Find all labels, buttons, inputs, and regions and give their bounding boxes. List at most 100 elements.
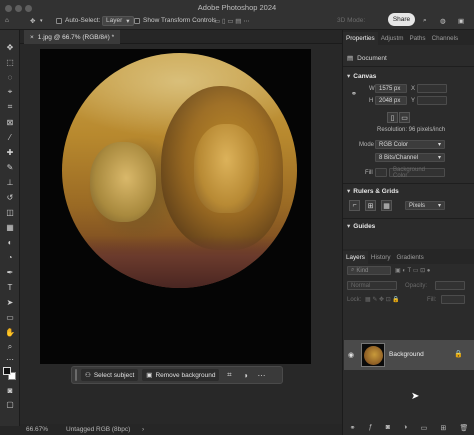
tools-panel: ✥ ⬚ ◌ ⌖ ⌗ ⊠ ⁄ ✚ ✎ ⊥ ↺ ◫ ▦ ◐ ◔ ✒ T ➤ ▭ ✋ … bbox=[0, 30, 20, 426]
quick-mask-icon[interactable]: ◙ bbox=[4, 385, 16, 395]
align-icons[interactable]: ▭ ▯ ▭ ▤ ⋯ bbox=[214, 15, 250, 26]
blend-mode-select[interactable]: Normal bbox=[347, 281, 397, 290]
type-tool-icon[interactable]: T bbox=[4, 282, 16, 292]
zoom-level[interactable]: 66.67% bbox=[26, 426, 48, 433]
tab-channels[interactable]: Channels bbox=[429, 32, 462, 45]
hand-tool-icon[interactable]: ✋ bbox=[4, 327, 16, 337]
lasso-tool-icon[interactable]: ◌ bbox=[4, 72, 16, 82]
tab-layers[interactable]: Layers bbox=[343, 251, 368, 264]
eraser-tool-icon[interactable]: ◫ bbox=[4, 207, 16, 217]
bit-depth-select[interactable]: 8 Bits/Channel ▾ bbox=[375, 153, 445, 162]
title-bar: Adobe Photoshop 2024 ⌂ ✥ ▾ Auto-Select: … bbox=[0, 0, 474, 30]
status-bar: 66.67% Untagged RGB (8bpc) › bbox=[20, 424, 342, 435]
canvas-section-header[interactable]: ▾ Canvas bbox=[347, 72, 376, 81]
lock-icons[interactable]: ▦ ✎ ✥ ⊡ 🔒 bbox=[365, 296, 400, 303]
layer-filter-icons[interactable]: ▣ ◐ T ▭ ⊡ ● bbox=[395, 267, 430, 274]
clone-stamp-tool-icon[interactable]: ⊥ bbox=[4, 177, 16, 187]
gradient-tool-icon[interactable]: ▦ bbox=[4, 222, 16, 232]
auto-select-checkbox[interactable]: Auto-Select: bbox=[56, 15, 100, 26]
eyedropper-tool-icon[interactable]: ⁄ bbox=[4, 132, 16, 142]
zoom-tool-icon[interactable]: ⌕ bbox=[4, 342, 16, 352]
add-mask-icon[interactable]: ◙ bbox=[386, 424, 390, 431]
chevron-right-icon[interactable]: › bbox=[142, 426, 144, 433]
fill-label: Fill bbox=[365, 170, 373, 176]
visibility-eye-icon[interactable]: ◉ bbox=[348, 351, 354, 359]
rectangle-tool-icon[interactable]: ▭ bbox=[4, 312, 16, 322]
foreground-color-swatch[interactable] bbox=[3, 367, 11, 375]
tab-history[interactable]: History bbox=[368, 251, 394, 264]
opacity-field[interactable] bbox=[435, 281, 465, 290]
app-title: Adobe Photoshop 2024 bbox=[197, 3, 277, 12]
lock-icon[interactable]: 🔒 bbox=[454, 350, 463, 358]
healing-brush-tool-icon[interactable]: ✚ bbox=[4, 147, 16, 157]
trash-icon[interactable]: 🗑 bbox=[459, 424, 468, 432]
group-icon[interactable]: ▭ bbox=[421, 424, 428, 432]
history-brush-tool-icon[interactable]: ↺ bbox=[4, 192, 16, 202]
fill-select[interactable]: Background Color bbox=[389, 167, 445, 179]
units-select[interactable]: Pixels ▾ bbox=[405, 201, 445, 210]
color-mode-select[interactable]: RGB Color ▾ bbox=[375, 140, 445, 149]
y-field[interactable] bbox=[417, 96, 447, 105]
mouse-cursor-icon: ➤ bbox=[411, 391, 420, 402]
show-transform-checkbox[interactable]: Show Transform Controls bbox=[134, 15, 216, 26]
brush-tool-icon[interactable]: ✎ bbox=[4, 162, 16, 172]
learn-icon[interactable]: ◍ bbox=[440, 15, 446, 26]
tab-properties[interactable]: Properties bbox=[343, 32, 378, 45]
document-canvas[interactable] bbox=[40, 49, 311, 364]
pen-tool-icon[interactable]: ✒ bbox=[4, 267, 16, 277]
height-label: H bbox=[369, 98, 374, 104]
adjustment-layer-icon[interactable]: ◑ bbox=[403, 424, 407, 431]
crop-tool-icon[interactable]: ⌗ bbox=[4, 102, 16, 112]
adjustment-icon[interactable]: ◑ bbox=[239, 371, 251, 380]
home-icon[interactable]: ⌂ bbox=[5, 15, 9, 26]
link-icon[interactable]: ⚭ bbox=[351, 90, 357, 98]
link-layers-icon[interactable]: ⚭ bbox=[350, 424, 356, 432]
color-profile[interactable]: Untagged RGB (8bpc) bbox=[66, 426, 130, 433]
x-label: X bbox=[411, 86, 416, 92]
layer-name[interactable]: Background bbox=[389, 351, 424, 358]
height-field[interactable]: 2048 px bbox=[375, 96, 407, 105]
workspace-icon[interactable]: ▣ bbox=[458, 15, 464, 26]
layer-filter-select[interactable]: ⌕ Kind bbox=[347, 266, 391, 275]
new-layer-icon[interactable]: ⊞ bbox=[440, 424, 446, 432]
guides-header[interactable]: ▾ Guides bbox=[347, 222, 375, 231]
landscape-orientation-icon[interactable]: ▭ bbox=[399, 112, 410, 123]
more-tools-icon[interactable]: ⋯ bbox=[4, 354, 16, 364]
frame-tool-icon[interactable]: ⊠ bbox=[4, 117, 16, 127]
search-icon[interactable]: ⌕ bbox=[423, 15, 427, 26]
canvas-area[interactable]: ⚇ Select subject ▣ Remove background ⌗ ◑… bbox=[20, 44, 342, 425]
object-selection-tool-icon[interactable]: ⌖ bbox=[4, 87, 16, 97]
rulers-grids-header[interactable]: ▾ Rulers & Grids bbox=[347, 187, 399, 196]
screen-mode-icon[interactable]: ▢ bbox=[4, 399, 16, 409]
remove-background-button[interactable]: ▣ Remove background bbox=[142, 369, 220, 381]
marquee-tool-icon[interactable]: ⬚ bbox=[4, 57, 16, 67]
path-selection-tool-icon[interactable]: ➤ bbox=[4, 297, 16, 307]
layer-row[interactable]: ◉ Background 🔒 bbox=[344, 340, 474, 370]
tab-paths[interactable]: Paths bbox=[406, 32, 428, 45]
x-field[interactable] bbox=[417, 84, 447, 93]
width-field[interactable]: 1575 px bbox=[375, 84, 407, 93]
document-tab[interactable]: × 1.jpg @ 66.7% (RGB/8#) * bbox=[24, 30, 121, 44]
y-label: Y bbox=[411, 98, 416, 104]
tab-gradients[interactable]: Gradients bbox=[394, 251, 427, 264]
portrait-orientation-icon[interactable]: ▯ bbox=[387, 112, 398, 123]
blur-tool-icon[interactable]: ◐ bbox=[4, 237, 16, 247]
select-subject-button[interactable]: ⚇ Select subject bbox=[81, 369, 139, 381]
pixel-grid-icon[interactable]: ▦ bbox=[381, 200, 392, 211]
drag-handle[interactable] bbox=[75, 369, 77, 381]
grid-icon[interactable]: ⊞ bbox=[365, 200, 376, 211]
share-button[interactable]: Share bbox=[388, 13, 415, 26]
more-options-icon[interactable]: ⋯ bbox=[255, 371, 267, 380]
chevron-down-icon[interactable]: ▾ bbox=[40, 15, 43, 26]
auto-select-target-select[interactable]: Layer ▾ bbox=[102, 15, 134, 26]
tab-adjustments[interactable]: Adjustm bbox=[378, 32, 407, 45]
crop-icon[interactable]: ⌗ bbox=[223, 370, 235, 380]
ruler-icon[interactable]: ⌐ bbox=[349, 200, 360, 211]
fill-field[interactable] bbox=[441, 295, 465, 304]
move-tool-icon[interactable]: ✥ bbox=[4, 42, 16, 52]
dodge-tool-icon[interactable]: ◔ bbox=[4, 252, 16, 262]
fx-icon[interactable]: ƒ bbox=[369, 424, 373, 431]
fill-color-swatch[interactable] bbox=[375, 168, 387, 177]
move-tool-icon[interactable]: ✥ bbox=[30, 15, 35, 26]
close-icon[interactable]: × bbox=[30, 34, 34, 41]
